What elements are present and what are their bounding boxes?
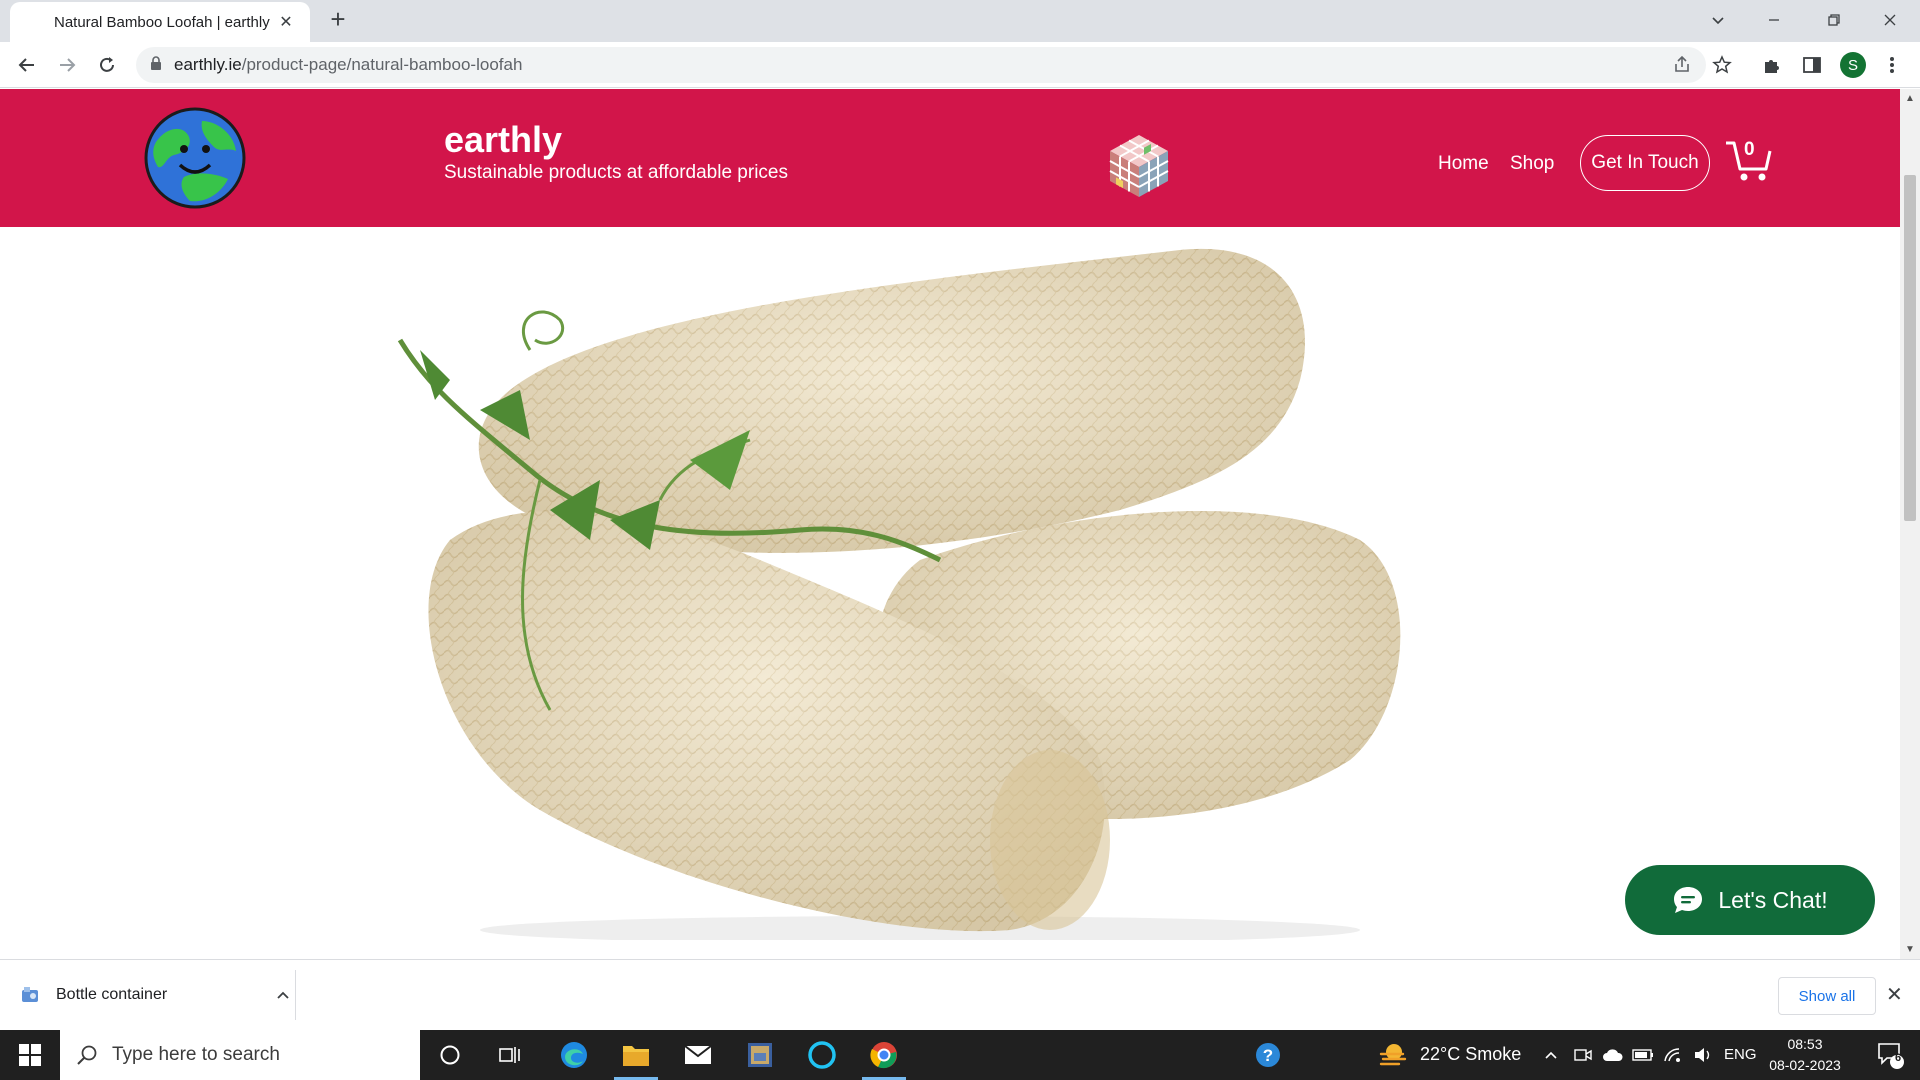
minimize-icon[interactable]: [1746, 0, 1802, 40]
download-bar: Bottle container Show all ✕: [0, 959, 1920, 1030]
bookmark-star-icon[interactable]: [1710, 53, 1734, 77]
weather-smoke-icon[interactable]: [1378, 1040, 1408, 1068]
download-item[interactable]: Bottle container: [20, 974, 290, 1016]
download-divider: [295, 970, 296, 1020]
search-icon: [77, 1045, 97, 1065]
svg-text:?: ?: [1263, 1046, 1273, 1065]
onedrive-icon[interactable]: [1598, 1030, 1628, 1080]
alexa-icon[interactable]: [792, 1030, 852, 1080]
new-tab-button[interactable]: +: [324, 6, 352, 34]
url-path: /product-page/natural-bamboo-loofah: [241, 55, 523, 74]
file-explorer-icon[interactable]: [606, 1030, 666, 1080]
clock-time: 08:53: [1787, 1036, 1823, 1052]
scroll-down-arrow-icon[interactable]: ▼: [1900, 944, 1920, 955]
lock-icon[interactable]: [150, 55, 162, 75]
side-panel-icon[interactable]: [1800, 53, 1824, 77]
nav-link-home[interactable]: Home: [1438, 153, 1489, 175]
meet-now-icon[interactable]: [1568, 1030, 1598, 1080]
reload-icon[interactable]: [92, 50, 122, 80]
profile-avatar[interactable]: S: [1840, 52, 1866, 78]
restore-icon[interactable]: [1806, 0, 1862, 40]
address-bar[interactable]: earthly.ie/product-page/natural-bamboo-l…: [136, 47, 1706, 83]
extensions-puzzle-icon[interactable]: [1760, 53, 1784, 77]
photos-app-icon[interactable]: [730, 1030, 790, 1080]
earth-logo-icon[interactable]: [144, 107, 246, 209]
brand-name[interactable]: earthly: [444, 119, 562, 161]
rubiks-cube-icon: [1109, 135, 1169, 197]
windows-taskbar: Type here to search ? 22°C Smoke ENG 08:…: [0, 1030, 1920, 1080]
url-text: earthly.ie/product-page/natural-bamboo-l…: [174, 55, 522, 75]
product-image-loofah[interactable]: [360, 240, 1510, 940]
weather-text[interactable]: 22°C Smoke: [1420, 1044, 1521, 1065]
browser-tab-active[interactable]: Natural Bamboo Loofah | earthly ✕: [10, 2, 310, 42]
language-indicator[interactable]: ENG: [1724, 1046, 1757, 1063]
clock-date: 08-02-2023: [1769, 1057, 1841, 1073]
site-header: earthly Sustainable products at affordab…: [0, 89, 1900, 227]
get-in-touch-button[interactable]: Get In Touch: [1580, 135, 1710, 191]
notification-center-icon[interactable]: 6: [1860, 1030, 1920, 1080]
chevron-up-icon[interactable]: [276, 987, 290, 1003]
edge-browser-icon[interactable]: [544, 1030, 604, 1080]
share-icon[interactable]: [1670, 53, 1694, 77]
chat-label: Let's Chat!: [1718, 886, 1828, 913]
download-file-icon: [22, 987, 38, 1002]
cortana-icon[interactable]: [420, 1030, 480, 1080]
battery-icon[interactable]: [1628, 1030, 1658, 1080]
show-all-downloads-button[interactable]: Show all: [1778, 977, 1876, 1015]
help-icon[interactable]: ?: [1238, 1030, 1298, 1080]
browser-toolbar: earthly.ie/product-page/natural-bamboo-l…: [0, 42, 1920, 88]
task-view-icon[interactable]: [480, 1030, 540, 1080]
browser-menu-icon[interactable]: [1880, 53, 1904, 77]
page-scrollbar[interactable]: ▲ ▼: [1900, 89, 1920, 959]
cart-count[interactable]: 0: [1744, 139, 1755, 161]
taskbar-search-placeholder: Type here to search: [112, 1044, 280, 1065]
chrome-icon[interactable]: [854, 1030, 914, 1080]
lets-chat-button[interactable]: Let's Chat!: [1625, 865, 1875, 935]
mail-icon[interactable]: [668, 1030, 728, 1080]
taskbar-search-box[interactable]: Type here to search: [60, 1030, 420, 1080]
browser-tab-strip: Natural Bamboo Loofah | earthly ✕ +: [0, 0, 1920, 42]
forward-arrow-icon[interactable]: [52, 50, 82, 80]
brand-tagline: Sustainable products at affordable price…: [444, 162, 788, 183]
wifi-icon[interactable]: [1658, 1030, 1688, 1080]
scroll-thumb[interactable]: [1904, 175, 1916, 521]
tab-search-icon[interactable]: [1690, 0, 1746, 40]
show-hidden-icons-icon[interactable]: [1536, 1030, 1566, 1080]
tab-title: Natural Bamboo Loofah | earthly: [54, 13, 270, 31]
scroll-up-arrow-icon[interactable]: ▲: [1900, 93, 1920, 104]
download-file-name: Bottle container: [56, 986, 168, 1003]
close-download-bar-icon[interactable]: ✕: [1886, 982, 1903, 1007]
back-arrow-icon[interactable]: [12, 50, 42, 80]
url-domain: earthly.ie: [174, 55, 242, 74]
tab-close-icon[interactable]: ✕: [276, 12, 296, 32]
windows-start-icon[interactable]: [0, 1030, 60, 1080]
close-window-icon[interactable]: [1862, 0, 1918, 40]
volume-icon[interactable]: [1688, 1030, 1718, 1080]
notification-count: 6: [1895, 1052, 1902, 1064]
chat-bubble-icon: [1674, 887, 1703, 913]
nav-link-shop[interactable]: Shop: [1510, 153, 1554, 175]
system-clock[interactable]: 08:53 08-02-2023: [1760, 1034, 1850, 1076]
